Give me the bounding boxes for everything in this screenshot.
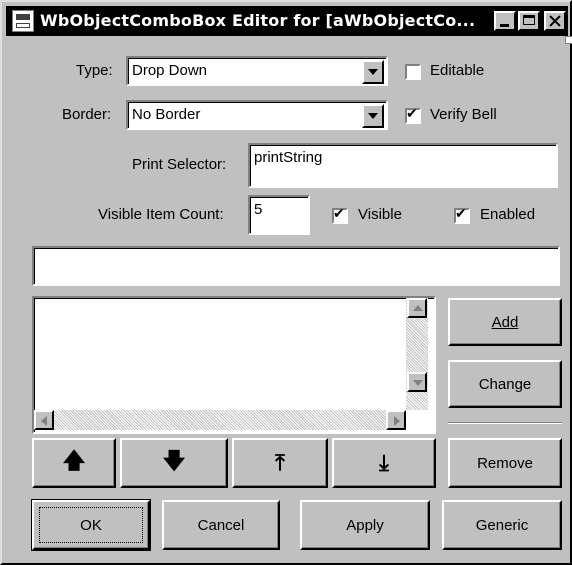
visible-checkbox[interactable] — [332, 206, 348, 224]
change-button-label: Change — [478, 375, 532, 393]
minimize-button[interactable] — [494, 11, 516, 31]
visible-label[interactable]: Visible — [358, 206, 402, 223]
border-label: Border: — [62, 106, 112, 123]
app-icon[interactable] — [12, 10, 34, 32]
change-button[interactable]: Change — [448, 360, 562, 408]
editable-label[interactable]: Editable — [430, 62, 484, 79]
border-combobox[interactable]: No Border — [126, 100, 388, 130]
move-to-top-button[interactable]: ⤒ — [232, 438, 328, 488]
focus-rectangle — [39, 507, 143, 543]
apply-button-label: Apply — [346, 516, 384, 534]
ok-button[interactable]: OK — [31, 499, 151, 551]
arrow-to-bottom-icon: ⤓ — [379, 450, 389, 476]
visible-item-count-value: 5 — [254, 201, 263, 218]
enabled-checkbox[interactable] — [454, 206, 470, 224]
print-selector-field[interactable]: printString — [248, 143, 558, 188]
print-selector-value: printString — [254, 149, 323, 166]
type-label: Type: — [76, 62, 113, 79]
resize-grip[interactable] — [565, 36, 572, 44]
vertical-scrollbar[interactable] — [406, 298, 428, 410]
close-button[interactable] — [544, 11, 566, 31]
verify-bell-checkbox[interactable] — [405, 106, 421, 124]
cancel-button-label: Cancel — [197, 516, 245, 534]
generic-button[interactable]: Generic — [442, 500, 562, 550]
horizontal-scrollbar[interactable] — [34, 410, 406, 430]
items-listbox[interactable] — [32, 296, 436, 434]
separator-line — [448, 422, 562, 424]
item-entry-field[interactable] — [32, 246, 560, 286]
editor-window: WbObjectComboBox Editor for [aWbObjectCo… — [0, 0, 572, 565]
remove-button[interactable]: Remove — [448, 438, 562, 488]
border-dropdown-button[interactable] — [362, 104, 384, 128]
maximize-button[interactable] — [518, 11, 540, 31]
title-bar[interactable]: WbObjectComboBox Editor for [aWbObjectCo… — [6, 6, 568, 36]
remove-button-label: Remove — [477, 454, 533, 472]
generic-button-label: Generic — [475, 516, 529, 534]
scroll-up-icon[interactable] — [407, 298, 427, 318]
type-combobox[interactable]: Drop Down — [126, 56, 388, 86]
move-to-bottom-button[interactable]: ⤓ — [332, 438, 436, 488]
type-value: Drop Down — [132, 62, 208, 79]
scroll-left-icon[interactable] — [34, 410, 54, 430]
scroll-down-icon[interactable] — [407, 372, 427, 392]
visible-item-count-field[interactable]: 5 — [248, 195, 310, 235]
scroll-right-icon[interactable] — [386, 410, 406, 430]
add-button-label: Add — [491, 313, 519, 331]
border-value: No Border — [132, 106, 201, 123]
editable-checkbox[interactable] — [405, 64, 421, 80]
window-title: WbObjectComboBox Editor for [aWbObjectCo… — [40, 11, 476, 30]
enabled-label[interactable]: Enabled — [480, 206, 535, 223]
arrow-to-top-icon: ⤒ — [275, 450, 285, 476]
arrow-up-icon: 🡅 — [62, 449, 86, 474]
type-dropdown-button[interactable] — [362, 60, 384, 84]
print-selector-label: Print Selector: — [132, 156, 227, 173]
visible-item-count-label: Visible Item Count: — [98, 206, 224, 223]
add-button[interactable]: Add — [448, 298, 562, 346]
apply-button[interactable]: Apply — [300, 500, 430, 550]
cancel-button[interactable]: Cancel — [162, 500, 280, 550]
move-down-button[interactable]: 🡇 — [120, 438, 228, 488]
arrow-down-icon: 🡇 — [162, 449, 186, 474]
move-up-button[interactable]: 🡅 — [32, 438, 116, 488]
verify-bell-label[interactable]: Verify Bell — [430, 106, 497, 123]
